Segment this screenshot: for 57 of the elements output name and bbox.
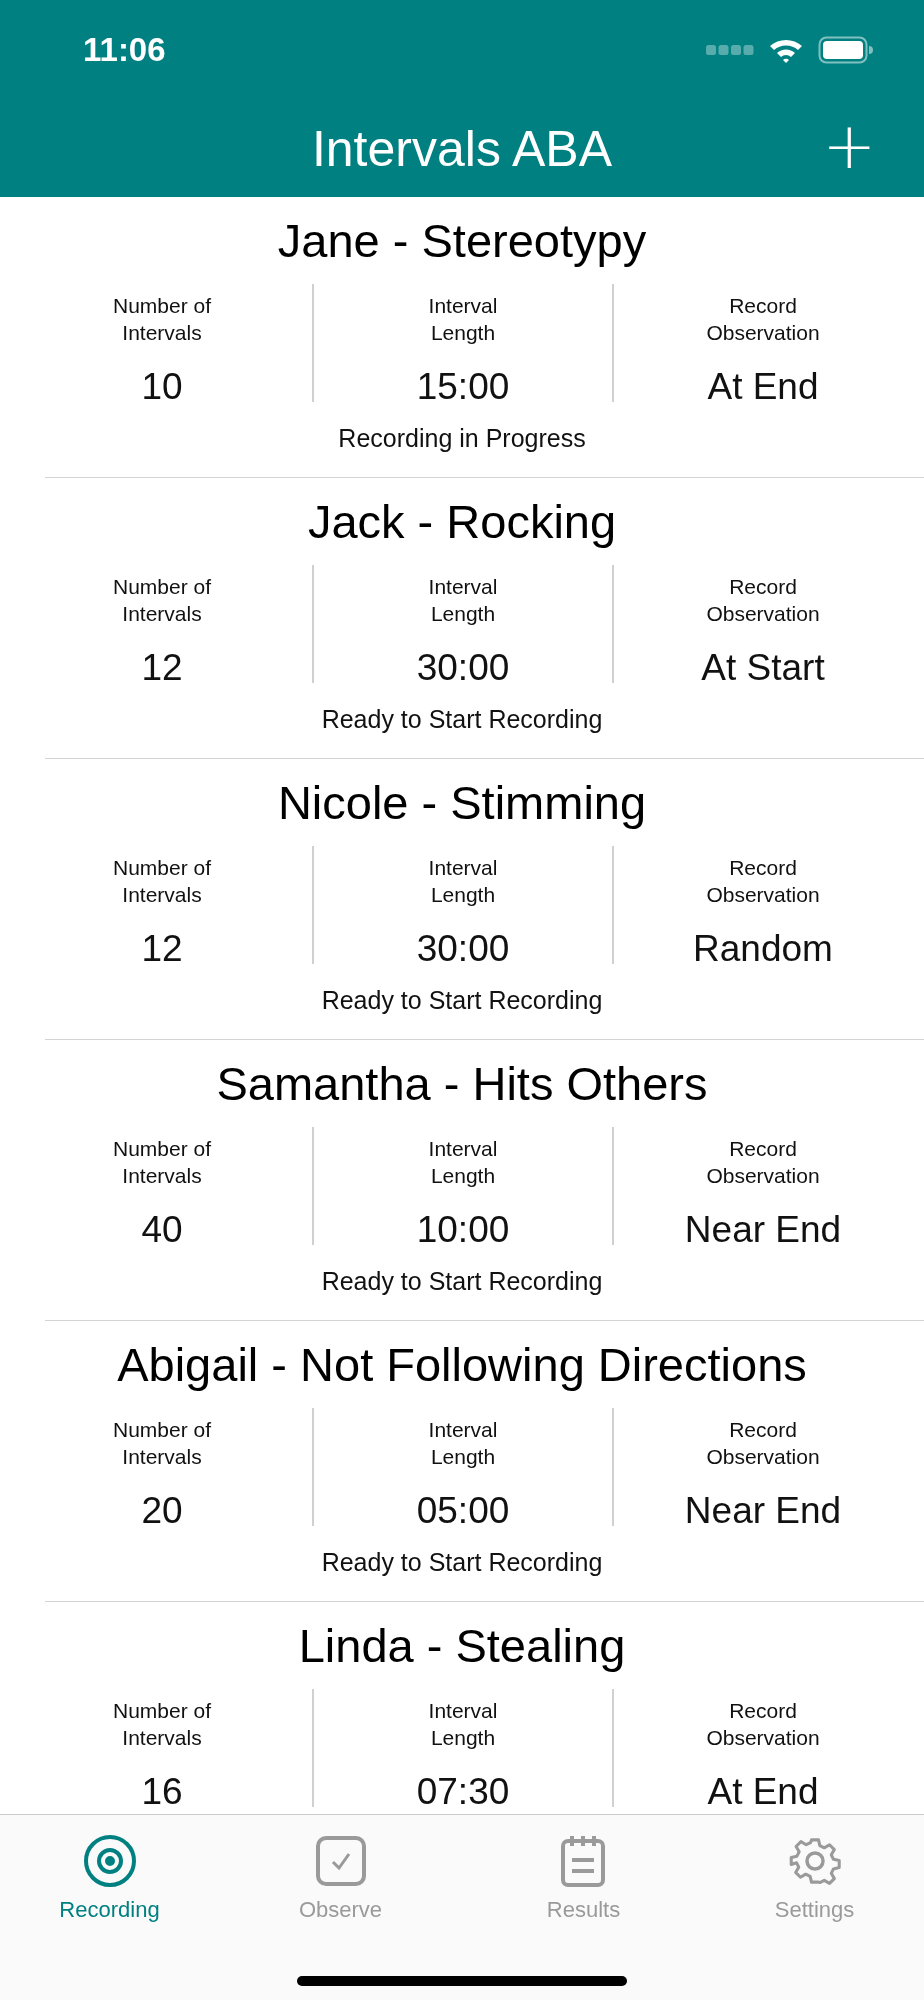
- add-button[interactable]: +: [814, 113, 884, 178]
- field-label: Interval Length: [427, 855, 499, 908]
- field-value: At Start: [701, 647, 825, 689]
- field-value: 16: [141, 1771, 183, 1813]
- nav-title: Intervals ABA: [311, 119, 613, 178]
- field-label: Interval Length: [427, 1136, 499, 1189]
- session-status: Recording in Progress: [338, 424, 586, 453]
- tab[interactable]: Results: [546, 1829, 621, 1927]
- session-title: Jack - Rocking: [307, 494, 617, 549]
- field-label: Number of Intervals: [111, 1698, 212, 1751]
- field-value: 12: [141, 928, 183, 970]
- session-title: Abigail - Not Following Directions: [117, 1337, 807, 1392]
- field-label: Record Observation: [705, 1136, 821, 1189]
- status-time: 11:06: [83, 31, 166, 69]
- battery-icon: [818, 36, 874, 64]
- field-label: Record Observation: [705, 1417, 821, 1470]
- signal-icon: [706, 44, 754, 56]
- field-value: At End: [707, 1771, 819, 1813]
- field-label: Record Observation: [705, 574, 821, 627]
- field-value: At End: [707, 366, 819, 408]
- session-status: Ready to Start Recording: [321, 1548, 603, 1577]
- field-value: 15:00: [416, 366, 510, 408]
- field-label: Record Observation: [705, 855, 821, 908]
- field-value: 20: [141, 1490, 183, 1532]
- field-label: Number of Intervals: [111, 855, 212, 908]
- field-label: Interval Length: [427, 1698, 499, 1751]
- field-label: Record Observation: [705, 1698, 821, 1751]
- field-value: 10:00: [416, 1209, 510, 1251]
- session-status: Ready to Start Recording: [321, 705, 603, 734]
- session-status: Ready to Start Recording: [321, 1267, 603, 1296]
- field-label: Interval Length: [427, 1417, 499, 1470]
- tab[interactable]: Observe: [298, 1829, 383, 1927]
- field-value: 30:00: [416, 647, 510, 689]
- field-value: Near End: [684, 1209, 842, 1251]
- field-label: Record Observation: [705, 293, 821, 346]
- tab[interactable]: Recording: [59, 1829, 160, 1927]
- field-label: Interval Length: [427, 574, 499, 627]
- field-value: 30:00: [416, 928, 510, 970]
- field-label: Number of Intervals: [111, 293, 212, 346]
- field-label: Number of Intervals: [111, 574, 212, 627]
- field-value: 05:00: [416, 1490, 510, 1532]
- field-label: Number of Intervals: [111, 1136, 212, 1189]
- field-label: Interval Length: [427, 293, 499, 346]
- session-title: Linda - Stealing: [298, 1618, 626, 1673]
- field-value: Near End: [684, 1490, 842, 1532]
- field-value: 07:30: [416, 1771, 510, 1813]
- field-value: Random: [693, 928, 833, 970]
- field-value: 12: [141, 647, 183, 689]
- target-icon: [81, 1833, 138, 1889]
- tab[interactable]: Settings: [774, 1829, 855, 1927]
- field-label: Number of Intervals: [111, 1417, 212, 1470]
- session-title: Samantha - Hits Others: [216, 1056, 708, 1111]
- session-title: Jane - Stereotypy: [277, 213, 647, 268]
- session-title: Nicole - Stimming: [277, 775, 647, 830]
- field-value: 10: [141, 366, 183, 408]
- field-value: 40: [141, 1209, 183, 1251]
- session-status: Ready to Start Recording: [321, 986, 603, 1015]
